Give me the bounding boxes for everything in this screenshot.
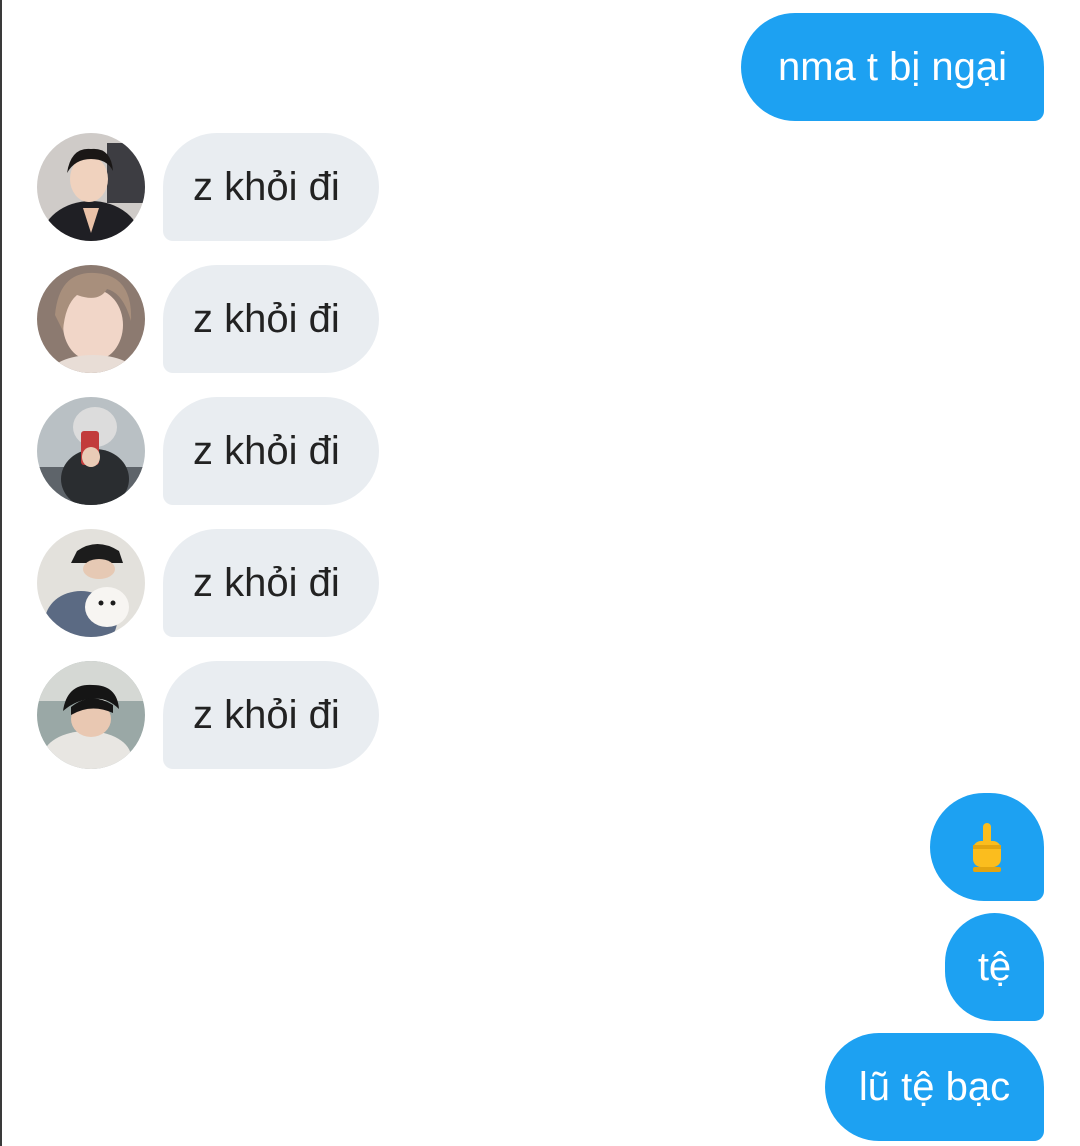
message-text: nma t bị ngại [777, 45, 1008, 89]
middle-finger-emoji [973, 823, 1001, 872]
sender-avatar[interactable] [37, 529, 145, 637]
received-message-bubble[interactable]: z khỏi đi [163, 265, 379, 373]
received-message-bubble[interactable]: z khỏi đi [163, 661, 379, 769]
sent-message-bubble[interactable]: nma t bị ngại [741, 13, 1044, 121]
received-message-bubble[interactable]: z khỏi đi [163, 529, 379, 637]
message-text: z khỏi đi [193, 429, 340, 473]
window-left-edge [0, 0, 2, 1146]
sender-avatar[interactable] [37, 397, 145, 505]
message-text: lũ tệ bạc [858, 1065, 1011, 1109]
sent-message-bubble[interactable]: lũ tệ bạc [825, 1033, 1044, 1141]
message-text: z khỏi đi [193, 693, 340, 737]
sender-avatar[interactable] [37, 133, 145, 241]
person-avatar-2 [37, 265, 145, 373]
sent-message-bubble[interactable] [930, 793, 1044, 901]
person-avatar-1 [37, 133, 145, 241]
person-avatar-4 [37, 529, 145, 637]
message-text: tệ [977, 945, 1012, 989]
message-text: z khỏi đi [193, 561, 340, 605]
person-avatar-5 [37, 661, 145, 769]
sender-avatar[interactable] [37, 661, 145, 769]
sent-message-bubble[interactable]: tệ [945, 913, 1044, 1021]
sender-avatar[interactable] [37, 265, 145, 373]
message-text: z khỏi đi [193, 297, 340, 341]
person-avatar-3 [37, 397, 145, 505]
message-text: z khỏi đi [193, 165, 340, 209]
received-message-bubble[interactable]: z khỏi đi [163, 397, 379, 505]
received-message-bubble[interactable]: z khỏi đi [163, 133, 379, 241]
